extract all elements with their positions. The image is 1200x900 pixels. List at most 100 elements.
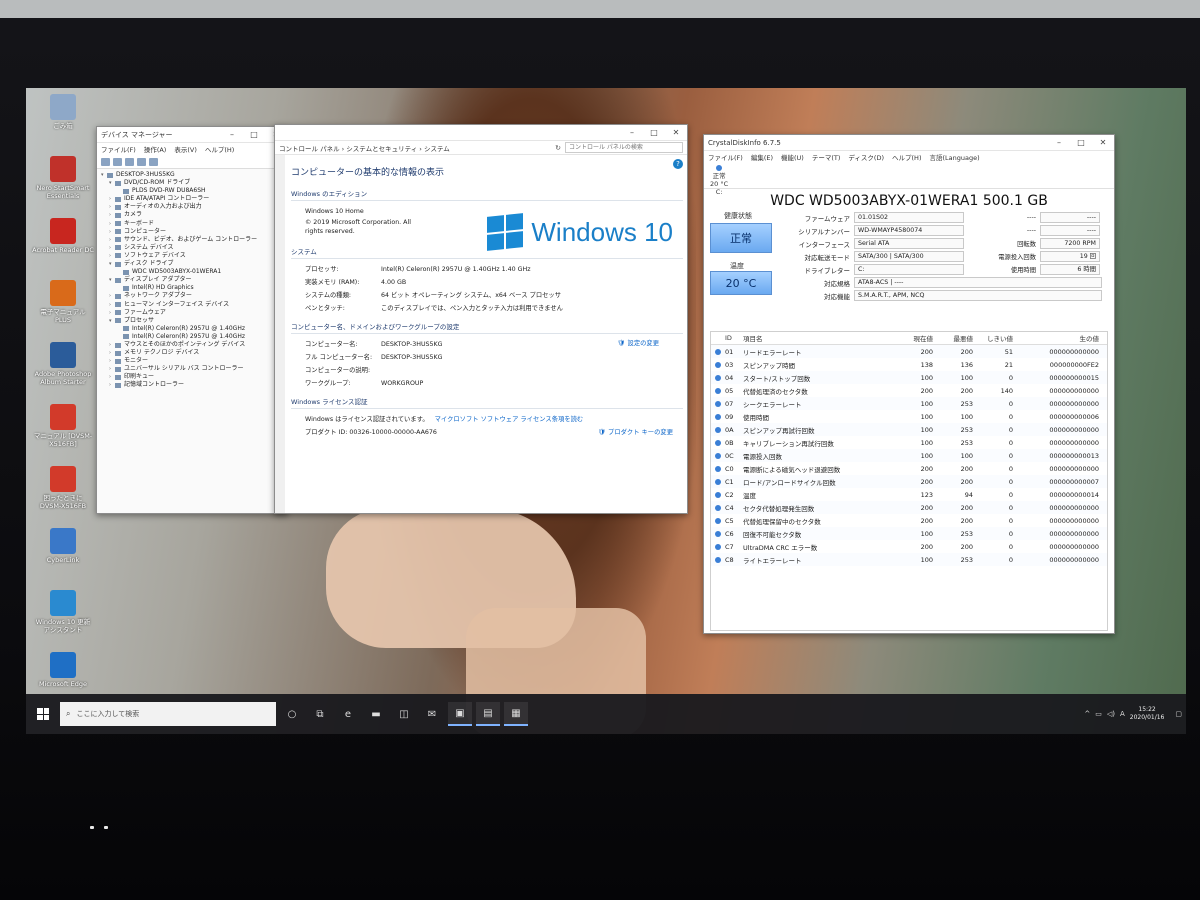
show-hidden-icons-icon[interactable]: ^ bbox=[1084, 710, 1090, 718]
menu-item[interactable]: ヘルプ(H) bbox=[205, 144, 234, 154]
device-tree-node[interactable]: › ヒューマン インターフェイス デバイス bbox=[101, 301, 285, 309]
desktop-icon[interactable]: マニュアル [DVSM-X516FB] bbox=[32, 404, 94, 464]
taskbar-search[interactable]: ⌕ ここに入力して検索 bbox=[60, 702, 276, 726]
smart-row[interactable]: 0A スピンアップ再試行回数 100 253 0 000000000000 bbox=[711, 423, 1107, 436]
device-tree-node[interactable]: › ネットワーク アダプター bbox=[101, 292, 285, 300]
desktop-icon[interactable]: Nero StartSmart Essentials bbox=[32, 156, 94, 216]
start-button[interactable] bbox=[26, 694, 60, 734]
license-terms-link[interactable]: マイクロソフト ソフトウェア ライセンス条項を読む bbox=[429, 413, 683, 426]
maximize-button[interactable]: □ bbox=[243, 127, 265, 143]
desktop-icon[interactable]: Adobe Photoshop Album Starter bbox=[32, 342, 94, 402]
mail-icon[interactable]: ✉ bbox=[420, 702, 444, 726]
device-tree-node[interactable]: › コンピューター bbox=[101, 228, 285, 236]
minimize-button[interactable]: – bbox=[1048, 135, 1070, 151]
device-tree-node[interactable]: › ソフトウェア デバイス bbox=[101, 252, 285, 260]
menu-item[interactable]: ディスク(D) bbox=[848, 152, 884, 162]
smart-row[interactable]: 0B キャリブレーション再試行回数 100 253 0 000000000000 bbox=[711, 436, 1107, 449]
menu-item[interactable]: ファイル(F) bbox=[708, 152, 743, 162]
system-titlebar[interactable]: – □ ✕ bbox=[275, 125, 687, 141]
smart-row[interactable]: 05 代替処理済のセクタ数 200 200 140 000000000000 bbox=[711, 384, 1107, 397]
task-view-icon[interactable]: ⧉ bbox=[308, 702, 332, 726]
network-icon[interactable]: ▭ bbox=[1095, 710, 1102, 718]
cortana-icon[interactable]: ○ bbox=[280, 702, 304, 726]
device-tree-node[interactable]: ▾ ディスプレイ アダプター bbox=[101, 276, 285, 284]
menu-item[interactable]: テーマ(T) bbox=[812, 152, 841, 162]
smart-row[interactable]: 01 リードエラーレート 200 200 51 000000000000 bbox=[711, 345, 1107, 358]
back-icon[interactable] bbox=[101, 157, 110, 166]
health-status-button[interactable]: 正常 bbox=[710, 223, 772, 253]
device-manager-titlebar[interactable]: デバイス マネージャー – □ ✕ bbox=[97, 127, 287, 143]
desktop-icon[interactable]: Windows 10 更新 アシスタント bbox=[32, 590, 94, 650]
device-tree-node[interactable]: › メモリ テクノロジ デバイス bbox=[101, 349, 285, 357]
minimize-button[interactable]: – bbox=[221, 127, 243, 143]
maximize-button[interactable]: □ bbox=[1070, 135, 1092, 151]
menu-item[interactable]: 編集(E) bbox=[751, 152, 773, 162]
cdi-titlebar[interactable]: CrystalDiskInfo 6.7.5 – □ ✕ bbox=[704, 135, 1114, 151]
smart-row[interactable]: C1 ロード/アンロードサイクル回数 200 200 0 000000000007 bbox=[711, 475, 1107, 488]
desktop-icon[interactable]: ごみ箱 bbox=[32, 94, 94, 154]
desktop-icon[interactable]: Acrobat Reader DC bbox=[32, 218, 94, 278]
close-button[interactable]: ✕ bbox=[1092, 135, 1114, 151]
ime-indicator[interactable]: A bbox=[1120, 710, 1125, 718]
device-tree-node[interactable]: › システム デバイス bbox=[101, 244, 285, 252]
file-explorer-icon[interactable]: ▬ bbox=[364, 702, 388, 726]
change-product-key-link[interactable]: 🛡 プロダクト キーの変更 bbox=[598, 426, 673, 439]
notification-icon[interactable]: ▢ bbox=[1175, 710, 1182, 718]
device-tree-node[interactable]: › オーディオの入力および出力 bbox=[101, 203, 285, 211]
forward-icon[interactable] bbox=[113, 157, 122, 166]
menu-item[interactable]: 言語(Language) bbox=[929, 152, 979, 162]
smart-row[interactable]: C2 温度 123 94 0 000000000014 bbox=[711, 488, 1107, 501]
crystaldiskinfo-icon[interactable]: ▦ bbox=[504, 702, 528, 726]
device-tree-node[interactable]: › キーボード bbox=[101, 220, 285, 228]
device-tree-node[interactable]: › サウンド、ビデオ、およびゲーム コントローラー bbox=[101, 236, 285, 244]
smart-row[interactable]: C6 回復不可能セクタ数 100 253 0 000000000000 bbox=[711, 527, 1107, 540]
system-window[interactable]: – □ ✕ コントロール パネル › システムとセキュリティ › システム ↻ … bbox=[274, 124, 688, 514]
clock[interactable]: 15:22 2020/01/16 bbox=[1130, 706, 1165, 722]
device-tree-node[interactable]: ▾ プロセッサ bbox=[101, 317, 285, 325]
device-tree-node[interactable]: Intel(R) Celeron(R) 2957U @ 1.40GHz bbox=[101, 333, 285, 341]
temperature-button[interactable]: 20 °C bbox=[710, 271, 772, 295]
drive-tab[interactable]: 正常 20 °C C: bbox=[710, 165, 728, 196]
menu-item[interactable]: ヘルプ(H) bbox=[892, 152, 921, 162]
device-tree-node[interactable]: ▾ ディスク ドライブ bbox=[101, 260, 285, 268]
smart-row[interactable]: 09 使用時間 100 100 0 000000000006 bbox=[711, 410, 1107, 423]
edge-icon[interactable]: e bbox=[336, 702, 360, 726]
smart-row[interactable]: C5 代替処理保留中のセクタ数 200 200 0 000000000000 bbox=[711, 514, 1107, 527]
smart-row[interactable]: 04 スタート/ストップ回数 100 100 0 000000000015 bbox=[711, 371, 1107, 384]
device-tree-node[interactable]: › モニター bbox=[101, 357, 285, 365]
close-button[interactable]: ✕ bbox=[665, 125, 687, 141]
smart-row[interactable]: 07 シークエラーレート 100 253 0 000000000000 bbox=[711, 397, 1107, 410]
device-tree-node[interactable]: › マウスとそのほかのポインティング デバイス bbox=[101, 341, 285, 349]
scan-icon[interactable] bbox=[149, 157, 158, 166]
change-settings-link[interactable]: 🛡 設定の変更 bbox=[618, 338, 659, 347]
device-manager-window[interactable]: デバイス マネージャー – □ ✕ ファイル(F) 操作(A) 表示(V) ヘルプ(H… bbox=[96, 126, 288, 514]
smart-row[interactable]: 03 スピンアップ時間 138 136 21 000000000FE2 bbox=[711, 358, 1107, 371]
desktop-icon[interactable]: CyberLink bbox=[32, 528, 94, 588]
smart-row[interactable]: C0 電源断による磁気ヘッド退避回数 200 200 0 000000000000 bbox=[711, 462, 1107, 475]
crystaldiskinfo-window[interactable]: CrystalDiskInfo 6.7.5 – □ ✕ ファイル(F) 編集(E)… bbox=[703, 134, 1115, 634]
smart-row[interactable]: C4 セクタ代替処理発生回数 200 200 0 000000000000 bbox=[711, 501, 1107, 514]
smart-row[interactable]: C8 ライトエラーレート 100 253 0 000000000000 bbox=[711, 553, 1107, 566]
help-icon[interactable] bbox=[137, 157, 146, 166]
device-tree-node[interactable]: › カメラ bbox=[101, 211, 285, 219]
properties-icon[interactable] bbox=[125, 157, 134, 166]
desktop-icon[interactable]: 電子マニュアル PLUS bbox=[32, 280, 94, 340]
device-tree-node[interactable]: › 記憶域コントローラー bbox=[101, 381, 285, 389]
device-tree-node[interactable]: ▾ DVD/CD-ROM ドライブ bbox=[101, 179, 285, 187]
device-tree-node[interactable]: Intel(R) Celeron(R) 2957U @ 1.40GHz bbox=[101, 325, 285, 333]
device-tree-node[interactable]: ▾ DESKTOP-3HUS5KG bbox=[101, 171, 285, 179]
menu-item[interactable]: 表示(V) bbox=[174, 144, 197, 154]
device-manager-icon[interactable]: ▣ bbox=[448, 702, 472, 726]
volume-icon[interactable]: ◁) bbox=[1107, 710, 1115, 718]
minimize-button[interactable]: – bbox=[621, 125, 643, 141]
search-input[interactable]: コントロール パネルの検索 bbox=[565, 142, 683, 153]
menu-item[interactable]: 機能(U) bbox=[781, 152, 804, 162]
menu-item[interactable]: ファイル(F) bbox=[101, 144, 136, 154]
system-icon[interactable]: ▤ bbox=[476, 702, 500, 726]
device-tree-node[interactable]: PLDS DVD-RW DU8A6SH bbox=[101, 187, 285, 195]
store-icon[interactable]: ◫ bbox=[392, 702, 416, 726]
maximize-button[interactable]: □ bbox=[643, 125, 665, 141]
desktop-icon[interactable]: 困ったときに DVSM-X516FB bbox=[32, 466, 94, 526]
device-tree-node[interactable]: › ファームウェア bbox=[101, 309, 285, 317]
smart-row[interactable]: C7 UltraDMA CRC エラー数 200 200 0 000000000000 bbox=[711, 540, 1107, 553]
